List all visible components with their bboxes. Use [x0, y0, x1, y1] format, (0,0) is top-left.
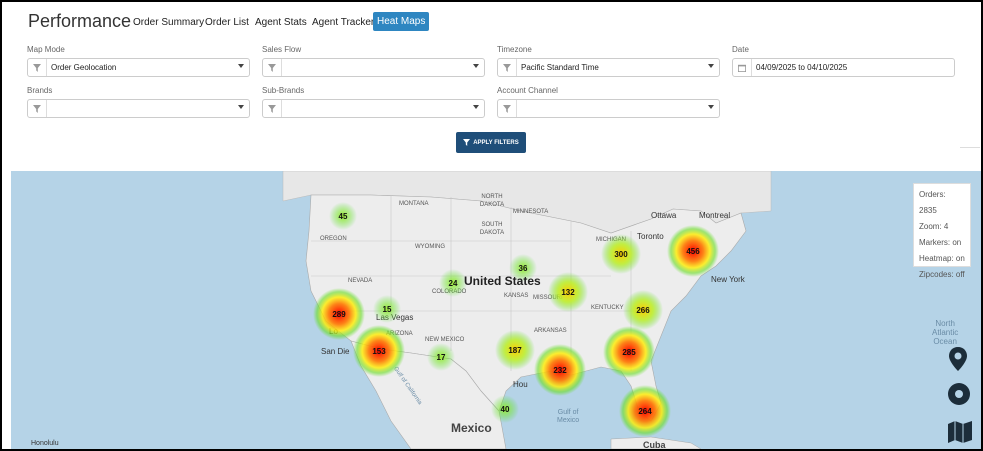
- cluster-count: 300: [614, 250, 628, 259]
- cluster-count: 15: [383, 305, 392, 314]
- filter-icon: [28, 100, 47, 117]
- heat-cluster[interactable]: 300: [601, 234, 641, 274]
- timezone-value: Pacific Standard Time: [521, 63, 599, 72]
- brands-label: Brands: [27, 86, 53, 95]
- orders-count: Orders: 2835: [919, 190, 946, 215]
- heat-cluster[interactable]: 289: [313, 288, 365, 340]
- sub-brands-label: Sub-Brands: [262, 86, 305, 95]
- zipcodes-status: Zipcodes: off: [919, 270, 965, 279]
- map-info-box: Orders: 2835 Zoom: 4 Markers: on Heatmap…: [913, 183, 971, 279]
- cluster-count: 153: [372, 347, 386, 356]
- heat-cluster[interactable]: 232: [534, 344, 586, 396]
- cluster-count: 40: [501, 405, 510, 414]
- chevron-down-icon: [473, 105, 479, 109]
- cluster-count: 289: [332, 310, 346, 319]
- calendar-icon: [733, 59, 752, 76]
- map-mode-select[interactable]: Order Geolocation: [27, 58, 250, 77]
- chevron-down-icon: [238, 105, 244, 109]
- filter-icon: [28, 59, 47, 76]
- label-united-states: United States: [464, 274, 541, 288]
- heat-cluster[interactable]: 266: [623, 290, 663, 330]
- chevron-down-icon: [238, 64, 244, 68]
- chevron-down-icon: [473, 64, 479, 68]
- filter-icon: [263, 100, 282, 117]
- date-range-input[interactable]: 04/09/2025 to 04/10/2025: [732, 58, 955, 77]
- account-channel-select[interactable]: [497, 99, 720, 118]
- map-mode-label: Map Mode: [27, 45, 65, 54]
- divider: [960, 147, 980, 148]
- tab-heat-maps[interactable]: Heat Maps: [373, 12, 430, 31]
- tab-agent-tracker[interactable]: Agent Tracker: [309, 14, 377, 31]
- cluster-count: 456: [686, 247, 700, 256]
- date-label: Date: [732, 45, 749, 54]
- heat-layer: 45 24 36 300 456 132 266 289 15 153 17 187 285 232 40 2…: [11, 171, 981, 449]
- tab-order-list[interactable]: Order List: [202, 14, 252, 31]
- heat-cluster[interactable]: 153: [353, 325, 405, 377]
- heat-cluster[interactable]: 264: [619, 385, 671, 437]
- cluster-count: 132: [561, 288, 575, 297]
- heat-cluster[interactable]: 17: [427, 343, 455, 371]
- page-title: Performance: [28, 11, 132, 31]
- heatmap-status: Heatmap: on: [919, 254, 965, 263]
- heat-cluster[interactable]: 24: [439, 269, 467, 297]
- heat-clusters: 45 24 36 300 456 132 266 289 15 153 17 187 285 232 40 2…: [313, 202, 719, 437]
- cluster-count: 45: [339, 212, 348, 221]
- filter-icon: [498, 100, 517, 117]
- sales-flow-select[interactable]: [262, 58, 485, 77]
- filter-icon: [498, 59, 517, 76]
- ocean-line-2: Atlantic: [932, 328, 959, 337]
- cluster-count: 285: [622, 348, 636, 357]
- cluster-count: 264: [638, 407, 652, 416]
- brands-select[interactable]: [27, 99, 250, 118]
- heat-cluster[interactable]: 132: [548, 272, 588, 312]
- tab-order-summary[interactable]: Order Summary: [130, 14, 207, 31]
- atlantic-ocean-label: North Atlantic Ocean: [932, 319, 958, 346]
- cluster-count: 24: [449, 279, 458, 288]
- date-range-value: 04/09/2025 to 04/10/2025: [756, 63, 848, 72]
- sub-brands-select[interactable]: [262, 99, 485, 118]
- sales-flow-label: Sales Flow: [262, 45, 302, 54]
- cluster-count: 36: [519, 264, 528, 273]
- ocean-line-3: Ocean: [933, 337, 957, 346]
- cluster-count: 187: [508, 346, 522, 355]
- ocean-line-1: North: [935, 319, 955, 328]
- heat-cluster[interactable]: 45: [329, 202, 357, 230]
- cluster-count: 232: [553, 366, 567, 375]
- zoom-level: Zoom: 4: [919, 222, 949, 231]
- filter-icon: [263, 59, 282, 76]
- chevron-down-icon: [708, 105, 714, 109]
- heat-cluster[interactable]: 40: [491, 395, 519, 423]
- heat-cluster[interactable]: 187: [495, 330, 535, 370]
- heat-cluster[interactable]: 285: [603, 326, 655, 378]
- location-icon[interactable]: [948, 383, 970, 410]
- map-layers-icon[interactable]: [948, 421, 972, 448]
- app-window: Performance Order Summary Order List Age…: [2, 2, 981, 449]
- map-mode-value: Order Geolocation: [51, 63, 117, 72]
- chevron-down-icon: [708, 64, 714, 68]
- cluster-count: 17: [437, 353, 446, 362]
- apply-filters-label: APPLY FILTERS: [473, 139, 519, 146]
- markers-status: Markers: on: [919, 238, 962, 247]
- cluster-count: 266: [636, 306, 650, 315]
- map-pin-icon[interactable]: [948, 347, 968, 376]
- heat-map[interactable]: MONTANA NORTH DAKOTA SOUTH DAKOTA MINNES…: [11, 171, 981, 449]
- timezone-select[interactable]: Pacific Standard Time: [497, 58, 720, 77]
- timezone-label: Timezone: [497, 45, 532, 54]
- apply-filters-button[interactable]: APPLY FILTERS: [456, 132, 526, 153]
- account-channel-label: Account Channel: [497, 86, 558, 95]
- tab-agent-stats[interactable]: Agent Stats: [252, 14, 310, 31]
- heat-cluster[interactable]: 456: [667, 225, 719, 277]
- filter-icon: [463, 139, 471, 146]
- heat-cluster[interactable]: 15: [373, 295, 401, 323]
